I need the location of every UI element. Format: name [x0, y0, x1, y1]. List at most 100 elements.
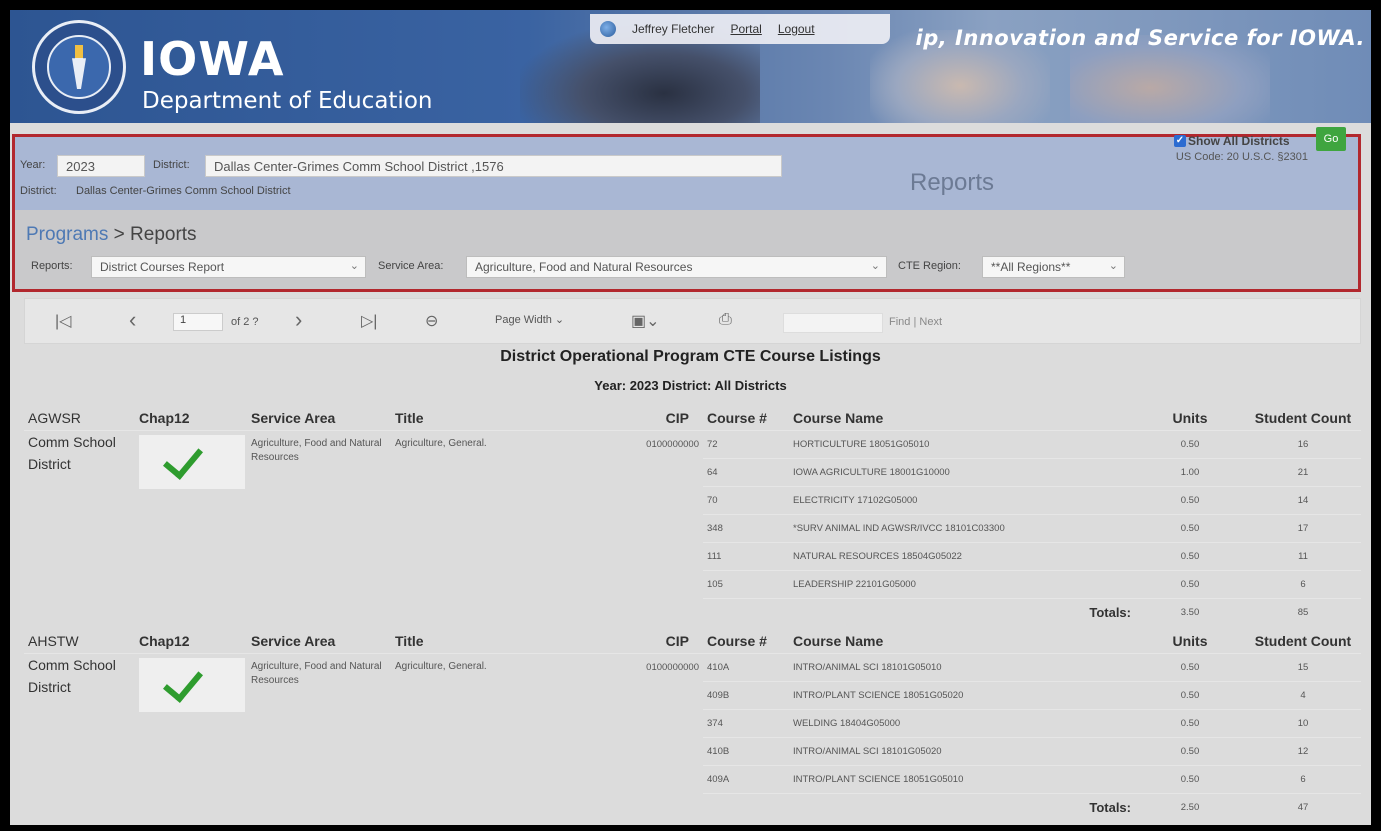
page-number-input[interactable]: 1	[173, 313, 223, 331]
units: 0.50	[1135, 569, 1245, 598]
service-area-select-value: Agriculture, Food and Natural Resources	[475, 260, 693, 274]
previous-page-icon[interactable]: ‹	[129, 307, 136, 333]
header-banner: IOWA Department of Education ip, Innovat…	[10, 10, 1371, 123]
course-name: INTRO/ANIMAL SCI 18101G05020	[789, 736, 1135, 765]
portal-link[interactable]: Portal	[730, 22, 761, 36]
totals-label: Totals:	[789, 792, 1135, 821]
col-chap: Chap12	[139, 409, 190, 426]
col-student-count: Student Count	[1254, 409, 1352, 426]
district-line-value: Dallas Center-Grimes Comm School Distric…	[76, 185, 291, 197]
course-name: HORTICULTURE 18051G05010	[789, 429, 1135, 458]
year-field[interactable]: 2023	[57, 155, 145, 177]
course-num: 111	[703, 541, 789, 570]
course-name: IOWA AGRICULTURE 18001G10000	[789, 457, 1135, 486]
col-units: Units	[1172, 409, 1208, 426]
last-page-icon[interactable]: ▷|	[361, 311, 377, 331]
district-field[interactable]: Dallas Center-Grimes Comm School Distric…	[205, 155, 782, 177]
course-name: LEADERSHIP 22101G05000	[789, 569, 1135, 598]
next-link[interactable]: | Next	[913, 316, 942, 328]
units: 0.50	[1135, 485, 1245, 514]
brand-subtitle: Department of Education	[142, 88, 433, 114]
cip-cell: 0100000000	[615, 652, 703, 821]
banner-tagline: ip, Innovation and Service for IOWA.	[915, 26, 1365, 50]
chevron-down-icon: ⌄	[870, 260, 880, 272]
reports-select[interactable]: District Courses Report ⌄	[91, 256, 366, 278]
course-name: INTRO/ANIMAL SCI 18101G05010	[789, 652, 1135, 681]
go-button[interactable]: Go	[1316, 127, 1346, 151]
breadcrumb-separator: >	[113, 224, 125, 245]
course-num: 70	[703, 485, 789, 514]
student-count: 10	[1245, 708, 1361, 737]
cip-cell: 0100000000	[615, 429, 703, 626]
student-count: 11	[1245, 541, 1361, 570]
student-count: 21	[1245, 457, 1361, 486]
col-title: Title	[395, 632, 424, 649]
year-label: Year:	[20, 159, 46, 171]
globe-icon	[600, 21, 616, 37]
district-line-label: District:	[20, 185, 57, 197]
page-count: of 2 ?	[231, 316, 259, 328]
total-units: 2.50	[1135, 792, 1245, 821]
units: 1.00	[1135, 457, 1245, 486]
course-name: NATURAL RESOURCES 18504G05022	[789, 541, 1135, 570]
show-all-districts-checkbox[interactable]: ✓ Show All Districts	[1174, 134, 1290, 148]
logout-link[interactable]: Logout	[778, 22, 815, 36]
breadcrumb-programs-link[interactable]: Programs	[26, 224, 108, 245]
service-area-cell: Agriculture, Food and Natural Resources	[247, 429, 391, 626]
title-cell: Agriculture, General.	[391, 652, 615, 821]
course-num: 72	[703, 429, 789, 458]
checkmark-icon	[139, 657, 245, 712]
save-icon[interactable]: ▣⌄	[631, 311, 660, 331]
title-cell: Agriculture, General.	[391, 429, 615, 626]
col-course-name: Course Name	[793, 632, 884, 649]
cte-region-label: CTE Region:	[898, 260, 961, 272]
course-num: 410A	[703, 652, 789, 681]
table-header-row: AGWSR Chap12 Service Area Title CIP Cour…	[24, 406, 1361, 430]
district-label: District:	[153, 159, 190, 171]
district-name-rest: Comm School District	[24, 652, 135, 821]
show-all-label: Show All Districts	[1188, 134, 1290, 148]
report-selector-bar: Programs > Reports Reports: District Cou…	[15, 210, 1358, 289]
service-area-cell: Agriculture, Food and Natural Resources	[247, 652, 391, 821]
checkmark-icon	[139, 434, 245, 489]
zoom-select[interactable]: Page Width ⌄	[495, 313, 564, 326]
district-name-top: AHSTW	[28, 632, 79, 649]
find-links: Find | Next	[889, 316, 942, 328]
first-page-icon[interactable]: |◁	[55, 311, 71, 331]
col-course-name: Course Name	[793, 409, 884, 426]
service-area-select[interactable]: Agriculture, Food and Natural Resources …	[466, 256, 887, 278]
district-name-rest: Comm School District	[24, 429, 135, 626]
col-cip: CIP	[665, 409, 689, 426]
student-count: 12	[1245, 736, 1361, 765]
course-num: 374	[703, 708, 789, 737]
student-count: 17	[1245, 513, 1361, 542]
report-title: District Operational Program CTE Course …	[500, 348, 881, 365]
course-name: WELDING 18404G05000	[789, 708, 1135, 737]
course-name: INTRO/PLANT SCIENCE 18051G05010	[789, 764, 1135, 793]
state-seal-logo	[32, 20, 126, 114]
back-icon[interactable]: ⊖	[425, 311, 438, 331]
find-input[interactable]	[783, 313, 883, 333]
chap12-cell	[135, 652, 247, 821]
course-num: 409B	[703, 680, 789, 709]
service-area-label: Service Area:	[378, 260, 444, 272]
page-heading: Reports	[910, 169, 995, 196]
col-course-num: Course #	[707, 632, 767, 649]
col-title: Title	[395, 409, 424, 426]
reports-label: Reports:	[31, 260, 73, 272]
total-student-count: 85	[1245, 597, 1361, 626]
units: 0.50	[1135, 680, 1245, 709]
total-units: 3.50	[1135, 597, 1245, 626]
next-page-icon[interactable]: ›	[295, 307, 302, 333]
report-subtitle: Year: 2023 District: All Districts	[594, 378, 787, 393]
student-count: 14	[1245, 485, 1361, 514]
table-row: Comm School District Agriculture, Food a…	[24, 429, 1361, 626]
student-count: 15	[1245, 652, 1361, 681]
user-bar: Jeffrey Fletcher Portal Logout	[590, 14, 890, 44]
course-num: 410B	[703, 736, 789, 765]
print-icon[interactable]: ⎙	[719, 311, 732, 329]
find-link[interactable]: Find	[889, 316, 910, 328]
report-page: IOWA Department of Education ip, Innovat…	[10, 10, 1371, 825]
cte-region-select[interactable]: **All Regions** ⌄	[982, 256, 1125, 278]
reports-select-value: District Courses Report	[100, 260, 225, 274]
